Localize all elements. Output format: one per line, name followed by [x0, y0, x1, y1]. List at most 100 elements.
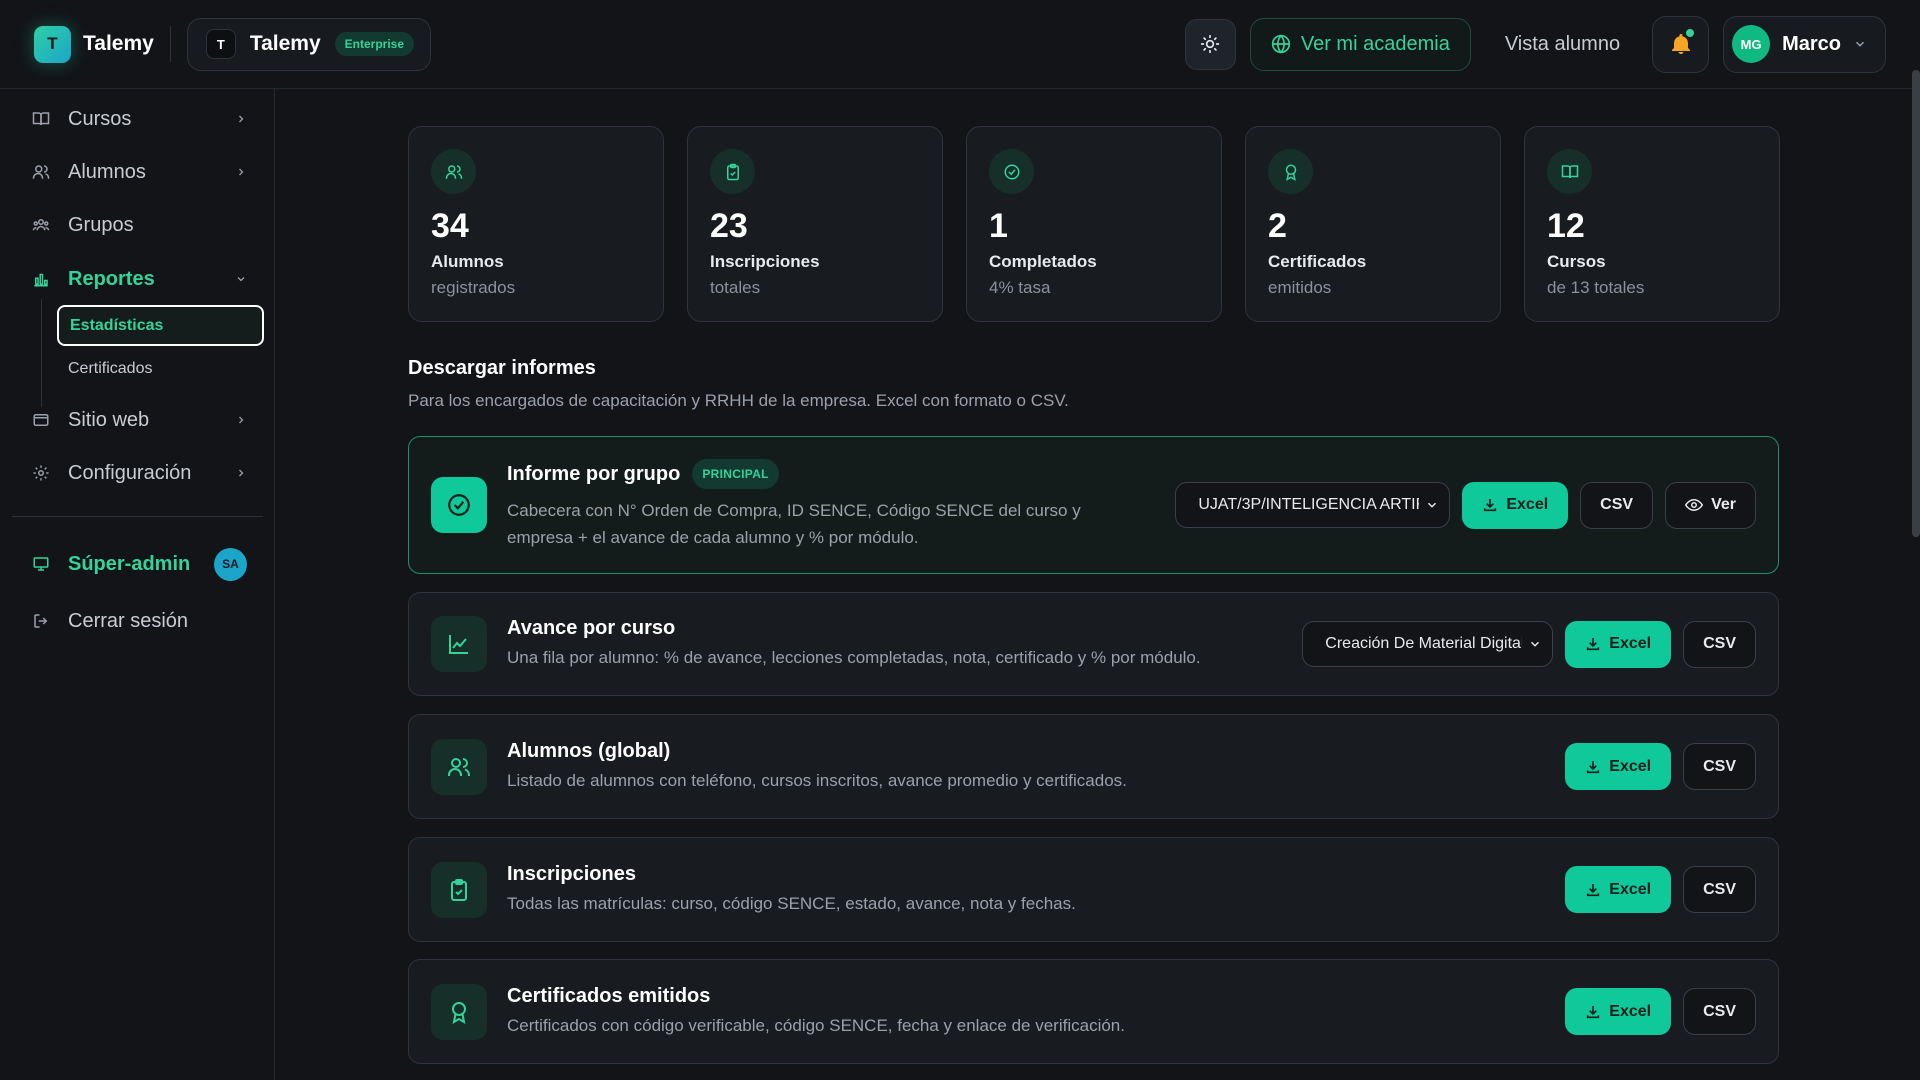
download-icon: [1484, 499, 1497, 512]
submenu-line: [41, 299, 42, 407]
student-view-link[interactable]: Vista alumno: [1505, 33, 1620, 56]
sidebar-item-sitio-web[interactable]: Sitio web: [32, 405, 247, 435]
view-academy-label: Ver mi academia: [1300, 32, 1450, 55]
excel-label: Excel: [1609, 880, 1652, 898]
user-name: Marco: [1782, 32, 1841, 55]
logout-icon: [34, 614, 48, 628]
report-description-line: empresa + el avance de cada alumno y % p…: [507, 528, 919, 547]
brand-name: Talemy: [83, 32, 154, 55]
stat-value: 12: [1547, 207, 1585, 245]
book-icon: [1547, 149, 1592, 194]
logout-button[interactable]: Cerrar sesión: [32, 606, 247, 636]
chevron-right-icon: [239, 469, 244, 477]
report-description-line: Cabecera con N° Orden de Compra, ID SENC…: [507, 501, 1081, 520]
brand-logo[interactable]: T Talemy: [34, 25, 154, 63]
logout-label: Cerrar sesión: [68, 609, 189, 632]
notifications-button[interactable]: [1652, 15, 1710, 73]
sidebar-subitem-certificados[interactable]: Certificados: [57, 348, 264, 389]
excel-label: Excel: [1609, 635, 1652, 652]
stat-card-inscripciones: 23 Inscripciones totales: [687, 126, 943, 322]
monitor-icon: [33, 557, 49, 571]
organization-switcher[interactable]: T Talemy Enterprise: [186, 17, 432, 71]
logo-badge: T: [34, 25, 71, 63]
award-icon: [431, 983, 487, 1040]
stat-value: 23: [710, 207, 748, 245]
notification-dot: [1686, 28, 1695, 37]
stat-label: Cursos: [1547, 252, 1606, 271]
stat-sublabel: 4% tasa: [989, 278, 1051, 297]
top-bar: T Talemy T Talemy Enterprise Ver mi acad…: [0, 0, 1920, 89]
excel-download-button[interactable]: Excel: [1565, 743, 1672, 790]
report-description: Una fila por alumno: % de avance, leccio…: [507, 648, 1201, 667]
course-select[interactable]: Creación De Material Digital: [1302, 621, 1554, 667]
theme-toggle-button[interactable]: [1184, 18, 1236, 70]
excel-label: Excel: [1609, 757, 1652, 775]
sidebar-item-alumnos[interactable]: Alumnos: [32, 157, 247, 187]
sidebar-item-super-admin[interactable]: Súper-admin SA: [32, 546, 247, 582]
stat-card-cursos: 12 Cursos de 13 totales: [1524, 126, 1780, 322]
stat-sublabel: registrados: [431, 278, 516, 297]
plan-badge: Enterprise: [334, 32, 415, 56]
csv-download-button[interactable]: CSV: [1683, 866, 1756, 913]
globe-icon: [1271, 34, 1291, 54]
users-icon: [32, 165, 50, 179]
brand-divider: [169, 26, 171, 62]
excel-download-button[interactable]: Excel: [1565, 866, 1672, 913]
org-name: Talemy: [249, 32, 321, 55]
line-chart-icon: [431, 616, 487, 672]
sidebar-item-grupos[interactable]: Grupos: [32, 210, 247, 240]
gear-icon: [33, 465, 49, 481]
super-admin-badge: SA: [214, 547, 247, 581]
users-icon: [431, 149, 476, 194]
csv-download-button[interactable]: CSV: [1580, 481, 1654, 529]
sidebar-item-reportes[interactable]: Reportes: [32, 264, 247, 294]
sidebar-divider: [12, 516, 263, 517]
group-select[interactable]: UJAT/3P/INTELIGENCIA ARTIFICIAL: [1175, 482, 1451, 528]
users-icon: [431, 738, 487, 795]
excel-download-button[interactable]: Excel: [1565, 988, 1672, 1035]
bar-chart-icon: [34, 273, 48, 287]
browser-icon: [33, 414, 49, 426]
chevron-right-icon: [239, 416, 244, 424]
org-avatar: T: [205, 29, 236, 59]
excel-label: Excel: [1506, 496, 1549, 513]
group-select-value: UJAT/3P/INTELIGENCIA ARTIFICIAL: [1198, 496, 1419, 513]
excel-download-button[interactable]: Excel: [1565, 620, 1672, 668]
check-circle-icon: [431, 477, 487, 533]
chevron-right-icon: [239, 115, 244, 123]
sidebar: Cursos Alumnos Grupos Reportes Estadísti…: [0, 89, 275, 1080]
download-icon: [1587, 883, 1600, 896]
excel-download-button[interactable]: Excel: [1462, 481, 1569, 529]
report-title: Certificados emitidos: [507, 984, 711, 1007]
sidebar-item-label: Súper-admin: [68, 552, 191, 575]
stat-label: Inscripciones: [710, 252, 820, 271]
csv-download-button[interactable]: CSV: [1683, 620, 1756, 668]
report-title: Alumnos (global): [507, 739, 671, 762]
sun-icon: [1201, 34, 1220, 54]
sidebar-item-label: Configuración: [68, 461, 192, 484]
csv-download-button[interactable]: CSV: [1683, 743, 1756, 790]
book-icon: [32, 112, 50, 126]
sidebar-item-configuracion[interactable]: Configuración: [32, 458, 247, 488]
principal-badge: PRINCIPAL: [692, 459, 779, 489]
chevron-down-icon: [1855, 41, 1865, 47]
sidebar-item-cursos[interactable]: Cursos: [32, 104, 247, 134]
view-report-button[interactable]: Ver: [1665, 481, 1756, 529]
excel-label: Excel: [1609, 1002, 1652, 1020]
downloads-description: Para los encargados de capacitación y RR…: [408, 391, 1069, 410]
stat-label: Certificados: [1268, 252, 1367, 271]
chevron-right-icon: [239, 168, 244, 176]
sidebar-item-label: Grupos: [68, 213, 134, 236]
view-academy-button[interactable]: Ver mi academia: [1249, 17, 1471, 71]
download-icon: [1587, 638, 1600, 651]
user-menu-button[interactable]: MG Marco: [1723, 15, 1886, 73]
page-scrollbar[interactable]: [1912, 70, 1920, 537]
sidebar-item-label: Reportes: [68, 267, 155, 290]
groups-icon: [32, 219, 50, 231]
csv-download-button[interactable]: CSV: [1683, 988, 1756, 1035]
report-title: Informe por grupo: [507, 462, 681, 485]
clipboard-icon: [431, 861, 487, 918]
sidebar-item-label: Alumnos: [68, 160, 146, 183]
sidebar-subitem-estadisticas[interactable]: Estadísticas: [57, 305, 264, 346]
stat-card-certificados: 2 Certificados emitidos: [1245, 126, 1501, 322]
